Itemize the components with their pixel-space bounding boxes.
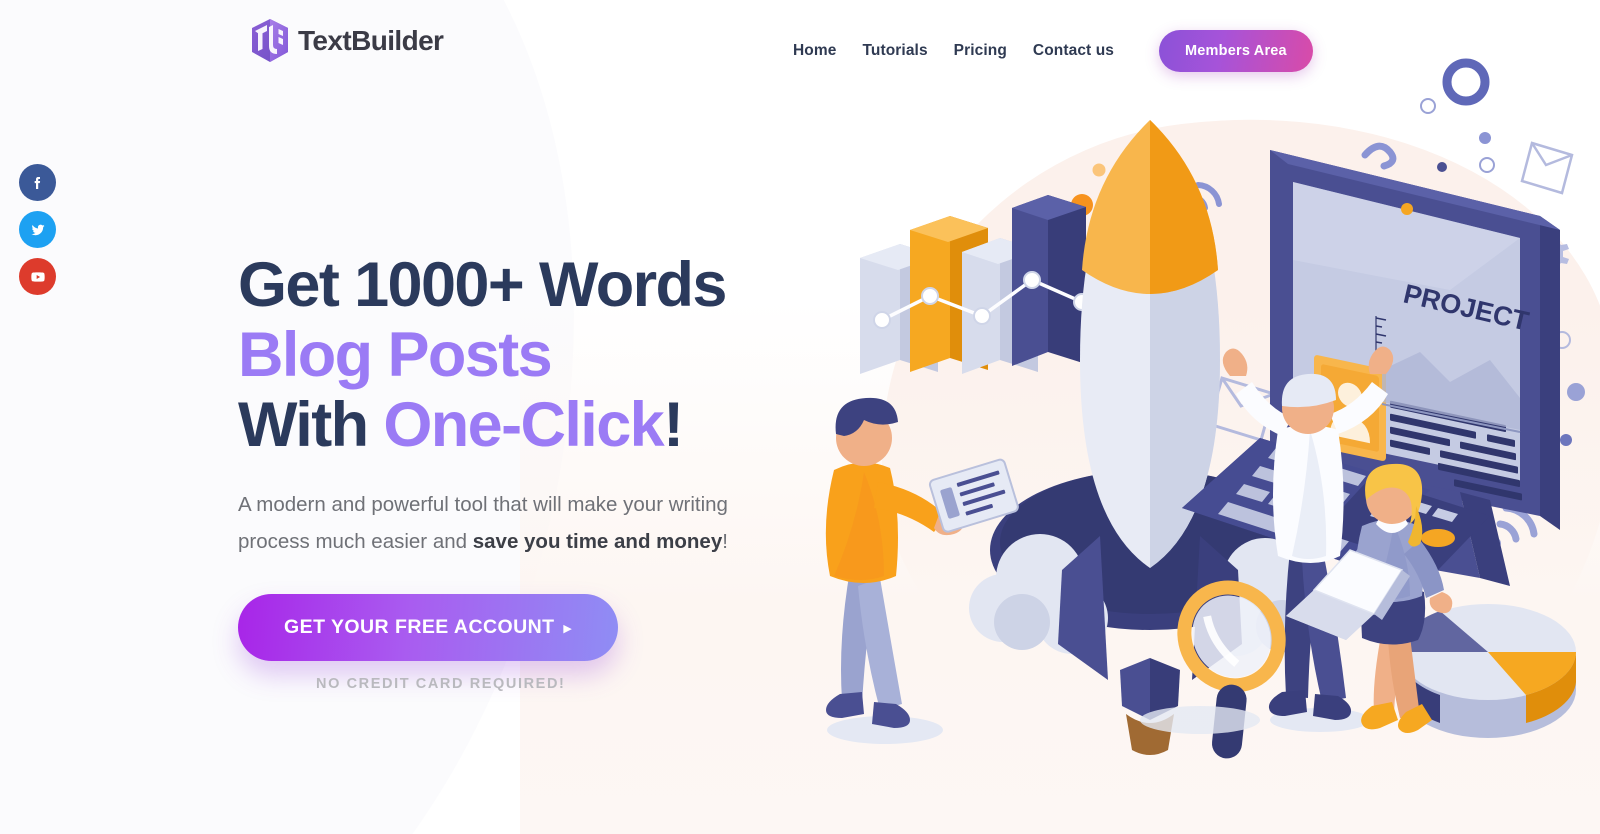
hero-illustration-svg: PROJECT bbox=[825, 58, 1585, 759]
facebook-icon bbox=[34, 176, 40, 189]
brand-logo[interactable]: TextBuilder bbox=[249, 18, 444, 64]
brand-name: TextBuilder bbox=[298, 25, 444, 56]
hero-headline: Get 1000+ Words Blog Posts With One-Clic… bbox=[238, 250, 878, 460]
twitter-icon bbox=[30, 224, 45, 235]
nav-item-home[interactable]: Home bbox=[780, 34, 849, 68]
hero-subcopy: A modern and powerful tool that will mak… bbox=[238, 486, 768, 560]
headline-line-1: Get 1000+ Words bbox=[238, 250, 727, 320]
members-area-button[interactable]: Members Area bbox=[1159, 30, 1313, 72]
nav-item-pricing[interactable]: Pricing bbox=[941, 34, 1020, 68]
headline-line-2: Blog Posts bbox=[238, 320, 553, 390]
social-link-facebook[interactable] bbox=[19, 164, 56, 201]
bar-chart bbox=[860, 195, 1091, 374]
get-free-account-button[interactable]: GET YOUR FREE ACCOUNT ▸ bbox=[238, 594, 618, 661]
headline-line-3-accent: One-Click bbox=[383, 390, 664, 460]
arrow-right-icon: ▸ bbox=[563, 620, 572, 637]
nav-item-contact-us[interactable]: Contact us bbox=[1020, 34, 1127, 68]
cta-label: GET YOUR FREE ACCOUNT bbox=[284, 616, 555, 638]
headline-line-3-suffix: ! bbox=[663, 390, 684, 460]
main-navigation: Home Tutorials Pricing Contact us Member… bbox=[780, 30, 1313, 72]
no-credit-card-note: NO CREDIT CARD REQUIRED! bbox=[316, 676, 566, 692]
hero-content: Get 1000+ Words Blog Posts With One-Clic… bbox=[238, 250, 878, 692]
nav-item-tutorials[interactable]: Tutorials bbox=[849, 34, 940, 68]
youtube-icon bbox=[30, 271, 45, 282]
social-links-rail bbox=[19, 164, 56, 295]
subcopy-part-2: ! bbox=[722, 530, 728, 553]
headline-line-3-prefix: With bbox=[238, 390, 384, 460]
envelope-outline-icon bbox=[1520, 141, 1574, 195]
subcopy-strong: save you time and money bbox=[472, 530, 723, 553]
social-link-twitter[interactable] bbox=[19, 211, 56, 248]
site-header: TextBuilder Home Tutorials Pricing Conta… bbox=[0, 0, 1600, 88]
hero-illustration: PROJECT bbox=[790, 30, 1600, 820]
textbuilder-hex-logo-icon bbox=[252, 19, 288, 62]
social-link-youtube[interactable] bbox=[19, 258, 56, 295]
headline-line-3: With One-Click! bbox=[238, 390, 878, 460]
